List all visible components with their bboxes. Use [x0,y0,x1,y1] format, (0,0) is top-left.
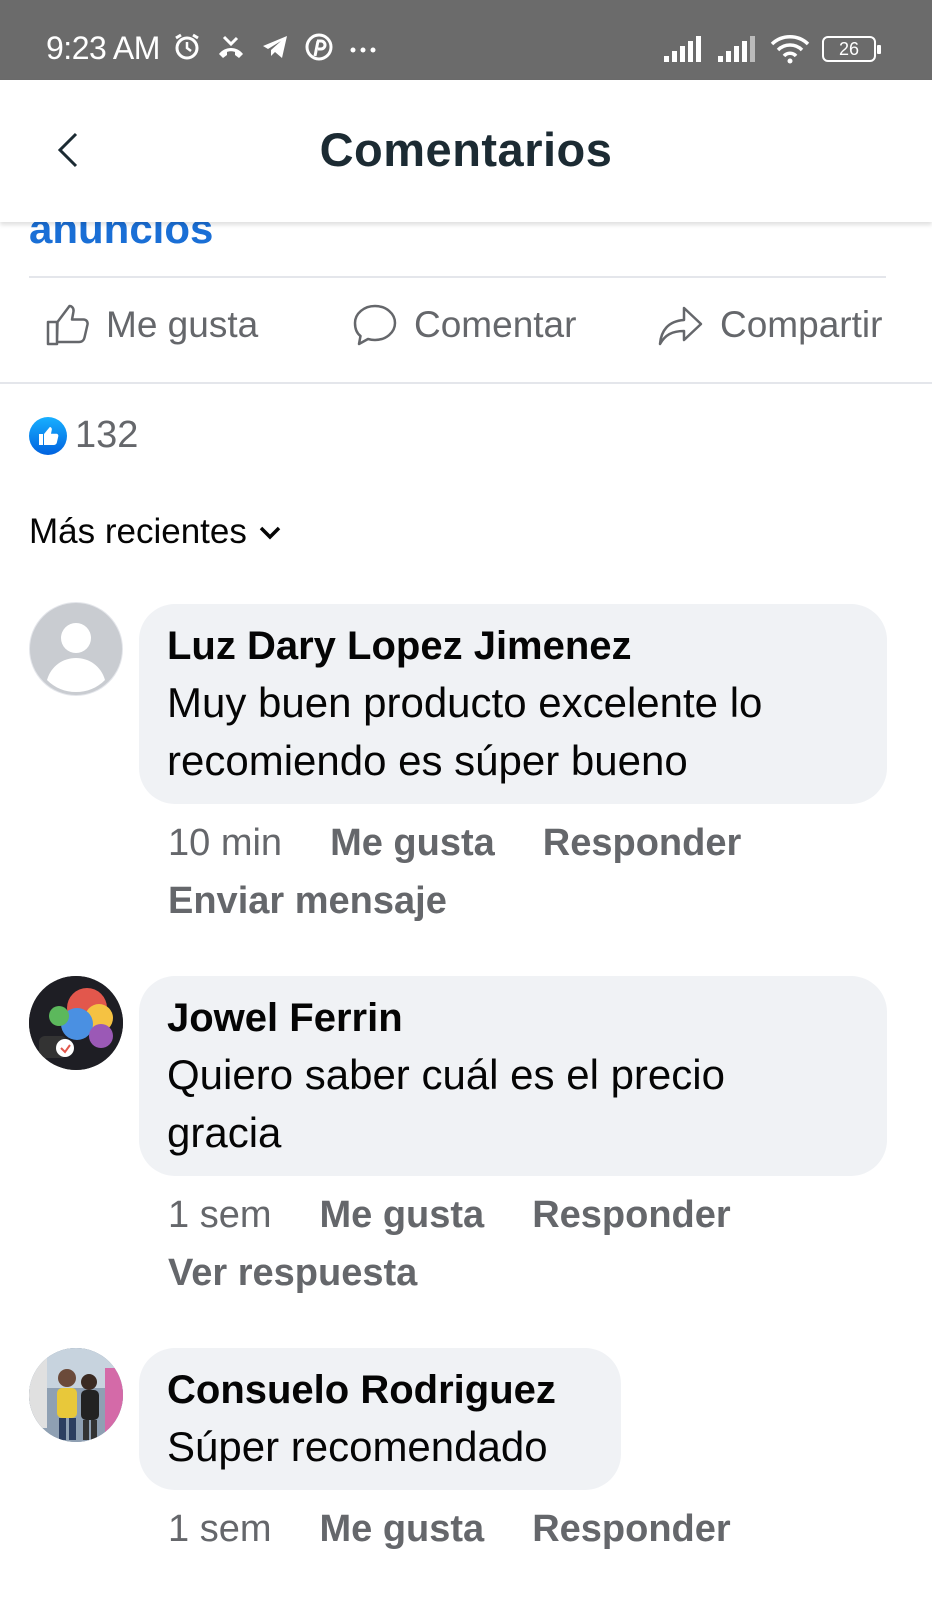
comment-text: recomiendo es súper bueno [167,737,688,784]
comment-meta: 1 sem Me gusta Responder [168,1508,731,1551]
divider [29,276,886,278]
default-avatar-icon [30,603,122,695]
send-message-link[interactable]: Enviar mensaje [168,880,447,923]
sort-label: Más recientes [29,512,247,551]
header: Comentarios [0,80,932,222]
comment-like-button[interactable]: Me gusta [330,822,495,865]
battery-icon: 26 [822,36,881,62]
chevron-down-icon [259,526,281,540]
comment-text: Muy buen producto excelente lo [167,679,763,726]
share-label: Compartir [720,304,883,345]
comment-author[interactable]: Jowel Ferrin [167,994,859,1042]
missed-call-icon [219,35,243,58]
share-icon [658,306,703,346]
comment-author[interactable]: Luz Dary Lopez Jimenez [167,622,859,670]
comment-bubble[interactable]: Jowel Ferrin Quiero saber cuál es el pre… [139,976,887,1176]
signal-icon [718,36,755,62]
comment-time: 10 min [168,822,283,864]
like-label: Me gusta [106,304,259,345]
notification-icons [172,32,378,62]
battery-level: 26 [838,38,860,59]
reaction-summary[interactable]: 132 [29,414,138,457]
like-button[interactable]: Me gusta [42,300,258,350]
comment-author[interactable]: Consuelo Rodriguez [167,1366,593,1414]
status-time: 9:23 AM [46,30,160,66]
avatar[interactable] [29,1348,123,1442]
comment-button[interactable]: Comentar [350,300,576,350]
avatar[interactable] [29,976,123,1070]
comment-text: gracia [167,1109,282,1156]
comment-like-button[interactable]: Me gusta [319,1194,484,1237]
profile-photo-icon [29,1348,123,1442]
wifi-icon [770,35,810,64]
comment-reply-button[interactable]: Responder [532,1508,730,1551]
post-actions: Me gusta Comentar Compartir [0,300,932,380]
status-bar: 9:23 AM 26 [0,0,932,80]
thumbs-up-icon [46,304,89,346]
page-title: Comentarios [319,123,613,176]
sort-dropdown[interactable]: Más recientes [29,512,283,552]
profile-photo-icon [29,976,123,1070]
comment-reply-button[interactable]: Responder [543,822,741,865]
comment-meta: 10 min Me gusta Responder [168,822,741,865]
system-icons: 26 [662,34,881,64]
like-reaction-icon [29,416,67,455]
comment-label: Comentar [414,304,577,345]
comment-bubble[interactable]: Consuelo Rodriguez Súper recomendado [139,1348,621,1490]
comment-time: 1 sem [168,1508,272,1550]
view-replies-link[interactable]: Ver respuesta [168,1252,417,1295]
reaction-count: 132 [75,414,139,456]
avatar[interactable] [29,602,123,696]
comment-meta: 1 sem Me gusta Responder [168,1194,731,1237]
pinterest-icon [305,33,333,61]
comment-like-button[interactable]: Me gusta [319,1508,484,1551]
comment-text: Súper recomendado [167,1423,548,1470]
comment-time: 1 sem [168,1194,272,1236]
signal-icon [664,36,701,62]
share-button[interactable]: Compartir [656,300,882,350]
more-dots-icon [350,47,376,53]
comment-text: Quiero saber cuál es el precio [167,1051,725,1098]
divider [0,382,932,384]
comment-icon [353,304,397,346]
comment-reply-button[interactable]: Responder [532,1194,730,1237]
comment-bubble[interactable]: Luz Dary Lopez Jimenez Muy buen producto… [139,604,887,804]
alarm-icon [175,33,199,60]
telegram-icon [263,36,287,58]
